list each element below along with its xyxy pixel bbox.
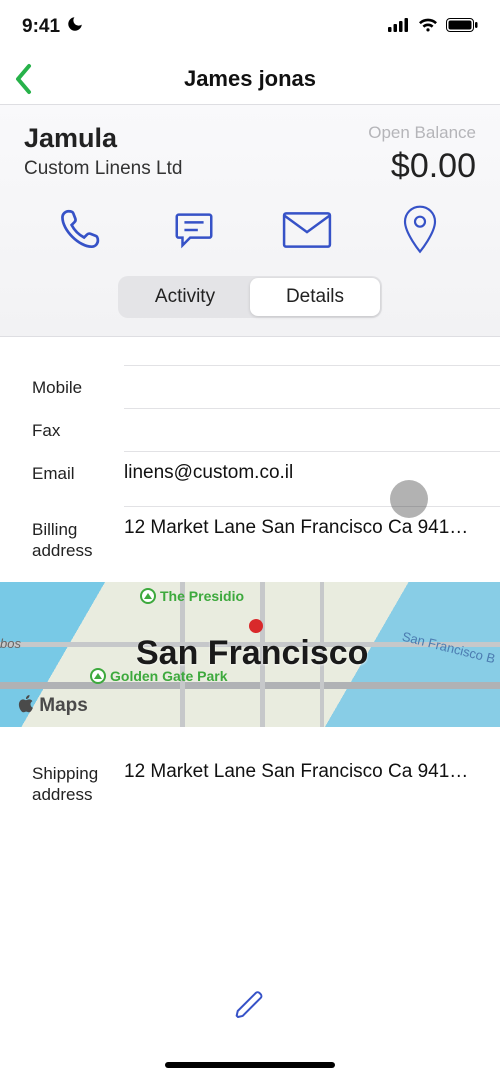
maps-brand: Maps (18, 695, 88, 717)
tab-details[interactable]: Details (250, 278, 380, 316)
balance-label: Open Balance (368, 123, 476, 143)
apple-logo-icon (18, 695, 39, 716)
customer-name: Jamula (24, 123, 182, 154)
message-button[interactable] (163, 206, 225, 258)
chat-icon (171, 207, 217, 258)
map-poi-presidio: The Presidio (160, 588, 244, 604)
shipping-row[interactable]: Shipping address 12 Market Lane San Fran… (0, 751, 500, 816)
shipping-label: Shipping address (32, 761, 124, 806)
map-preview[interactable]: The Presidio Golden Gate Park San Franci… (0, 582, 500, 727)
customer-company: Custom Linens Ltd (24, 158, 182, 180)
balance-value: $0.00 (368, 147, 476, 186)
status-time: 9:41 (22, 16, 60, 38)
details-section: Mobile Fax Email linens@custom.co.il Bil… (0, 337, 500, 572)
envelope-icon (282, 210, 332, 255)
touch-indicator (390, 480, 428, 518)
call-button[interactable] (50, 206, 112, 258)
customer-summary: Jamula Custom Linens Ltd Open Balance $0… (0, 104, 500, 337)
edit-button[interactable] (234, 989, 266, 1026)
page-title: James jonas (0, 66, 500, 92)
map-city-label: San Francisco (136, 634, 368, 673)
billing-label: Billing address (32, 517, 124, 562)
wifi-icon (418, 18, 438, 37)
mobile-row[interactable]: Mobile (0, 366, 500, 408)
do-not-disturb-icon (66, 15, 84, 39)
battery-icon (446, 18, 478, 37)
fax-label: Fax (32, 419, 124, 441)
billing-row[interactable]: Billing address 12 Market Lane San Franc… (0, 507, 500, 572)
tab-activity[interactable]: Activity (120, 278, 250, 316)
home-indicator[interactable] (165, 1062, 335, 1068)
fax-value (124, 419, 476, 431)
shipping-value: 12 Market Lane San Francisco Ca 941… (124, 761, 476, 795)
back-button[interactable] (12, 62, 34, 101)
cellular-icon (388, 18, 410, 37)
fax-row[interactable]: Fax (0, 409, 500, 451)
nav-bar: James jonas (0, 54, 500, 104)
email-button[interactable] (276, 206, 338, 258)
mobile-value (124, 376, 476, 388)
map-button[interactable] (389, 206, 451, 258)
mobile-label: Mobile (32, 376, 124, 398)
email-label: Email (32, 462, 124, 484)
location-pin-icon (400, 205, 440, 260)
map-edge-label: bos (0, 636, 21, 651)
phone-icon (56, 205, 106, 260)
pencil-icon (234, 1008, 266, 1025)
map-pin-icon (248, 618, 264, 639)
segmented-control: Activity Details (118, 276, 382, 318)
status-bar: 9:41 (0, 0, 500, 54)
billing-value: 12 Market Lane San Francisco Ca 941… (124, 517, 476, 551)
